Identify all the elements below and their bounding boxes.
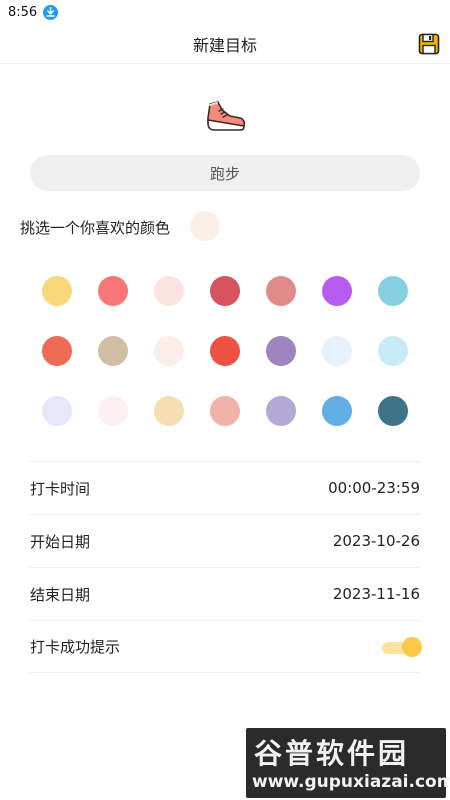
watermark-title: 谷普软件园 [254, 737, 410, 770]
end-date-value: 2023-11-16 [332, 585, 420, 603]
color-swatch[interactable] [378, 336, 408, 366]
save-icon [418, 33, 440, 55]
start-date-row[interactable]: 开始日期 2023-10-26 [30, 514, 420, 567]
title-bar: 新建目标 [0, 24, 450, 64]
start-date-label: 开始日期 [30, 532, 91, 551]
watermark: 谷普软件园 www.gupuxiazai.com [246, 728, 450, 798]
checkin-time-row[interactable]: 打卡时间 00:00-23:59 [30, 461, 420, 514]
page-title: 新建目标 [192, 35, 257, 55]
color-swatch[interactable] [322, 336, 352, 366]
status-bar: 8:56 [0, 0, 450, 24]
end-date-label: 结束日期 [30, 585, 91, 604]
color-picker-label: 挑选一个你喜欢的颜色 [20, 219, 171, 237]
selected-color-swatch [190, 211, 220, 241]
success-tip-toggle[interactable] [382, 636, 422, 657]
color-palette [42, 276, 408, 426]
color-swatch[interactable] [322, 396, 352, 426]
color-swatch[interactable] [154, 396, 184, 426]
goal-name-input[interactable] [30, 155, 420, 191]
end-date-row[interactable]: 结束日期 2023-11-16 [30, 567, 420, 620]
color-swatch[interactable] [42, 396, 72, 426]
color-swatch[interactable] [42, 336, 72, 366]
color-swatch[interactable] [322, 276, 352, 306]
color-swatch[interactable] [378, 276, 408, 306]
watermark-url: www.gupuxiazai.com [252, 772, 450, 792]
status-time: 8:56 [8, 4, 38, 20]
running-shoe-icon[interactable] [204, 96, 248, 136]
color-swatch[interactable] [98, 276, 128, 306]
success-tip-label: 打卡成功提示 [30, 638, 121, 656]
download-icon [43, 4, 59, 20]
save-button[interactable] [418, 33, 440, 55]
color-swatch[interactable] [154, 276, 184, 306]
settings-list: 打卡时间 00:00-23:59 开始日期 2023-10-26 结束日期 20… [30, 461, 422, 673]
color-swatch[interactable] [266, 276, 296, 306]
color-swatch[interactable] [98, 336, 128, 366]
toggle-knob [402, 636, 422, 657]
color-swatch[interactable] [210, 276, 240, 306]
color-swatch[interactable] [42, 276, 72, 306]
checkin-time-label: 打卡时间 [30, 479, 91, 498]
start-date-value: 2023-10-26 [332, 532, 420, 550]
color-swatch[interactable] [98, 396, 128, 426]
color-swatch[interactable] [210, 396, 240, 426]
success-tip-row: 打卡成功提示 [30, 620, 422, 673]
color-swatch[interactable] [210, 336, 240, 366]
color-swatch[interactable] [154, 336, 184, 366]
color-swatch[interactable] [378, 396, 408, 426]
checkin-time-value: 00:00-23:59 [328, 479, 420, 497]
color-swatch[interactable] [266, 396, 296, 426]
color-swatch[interactable] [266, 336, 296, 366]
